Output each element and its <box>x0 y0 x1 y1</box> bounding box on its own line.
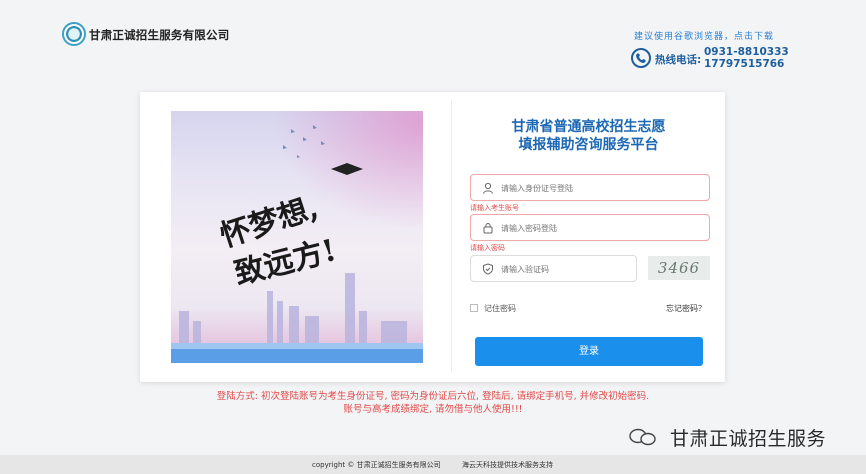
copyright-text: copyright © 甘肃正诚招生服务有限公司 <box>312 461 441 469</box>
tech-support-text: 海云天科技提供技术服务支持 <box>462 461 553 469</box>
password-error-text: 请输入密码 <box>470 244 505 252</box>
platform-title: 甘肃省普通高校招生志愿 <box>511 119 666 135</box>
hotline-number: 17797515766 <box>704 58 785 70</box>
user-icon <box>483 182 493 194</box>
phone-icon <box>631 48 651 68</box>
remember-password-label[interactable]: 记住密码 <box>484 303 516 314</box>
login-card: 怀梦想, 致远方! 甘肃省普通高校招生志愿 填报辅助咨询服务平台 请输入考生账号… <box>140 92 725 382</box>
wechat-icon <box>629 428 656 446</box>
id-error-text: 请输入考生账号 <box>470 204 519 212</box>
footer: copyright © 甘肃正诚招生服务有限公司 海云天科技提供技术服务支持 <box>0 455 866 474</box>
password-input[interactable] <box>501 219 701 237</box>
captcha-field[interactable] <box>470 255 701 282</box>
header: 甘肃正诚招生服务有限公司 建议使用谷歌浏览器，点击下载 热线电话: 0931-8… <box>0 0 866 80</box>
login-button[interactable]: 登录 <box>475 337 703 366</box>
hotline-number: 0931-8810333 <box>704 46 789 58</box>
company-logo[interactable] <box>62 22 86 46</box>
watermark-text: 甘肃正诚招生服务 <box>670 428 827 450</box>
password-field[interactable] <box>470 214 710 241</box>
remember-password-checkbox[interactable] <box>470 304 478 312</box>
hotline-label: 热线电话: <box>655 54 702 66</box>
login-instructions: 登陆方式: 初次登陆账号为考生身份证号, 密码为身份证后六位, 登陆后, 请绑定… <box>216 391 650 402</box>
company-name[interactable]: 甘肃正诚招生服务有限公司 <box>89 27 229 43</box>
banner-image: 怀梦想, 致远方! <box>171 111 423 363</box>
lock-icon <box>483 223 493 234</box>
browser-download-link[interactable]: 建议使用谷歌浏览器，点击下载 <box>634 29 774 42</box>
id-number-field[interactable] <box>470 174 710 201</box>
id-number-input[interactable] <box>501 179 701 197</box>
forgot-password-link[interactable]: 忘记密码？ <box>666 303 706 314</box>
account-warning: 账号与高考成绩绑定, 请勿借与他人使用!!! <box>343 404 523 415</box>
platform-subtitle: 填报辅助咨询服务平台 <box>518 137 659 153</box>
captcha-image[interactable]: 3466 <box>648 256 710 280</box>
shield-icon <box>483 263 493 275</box>
